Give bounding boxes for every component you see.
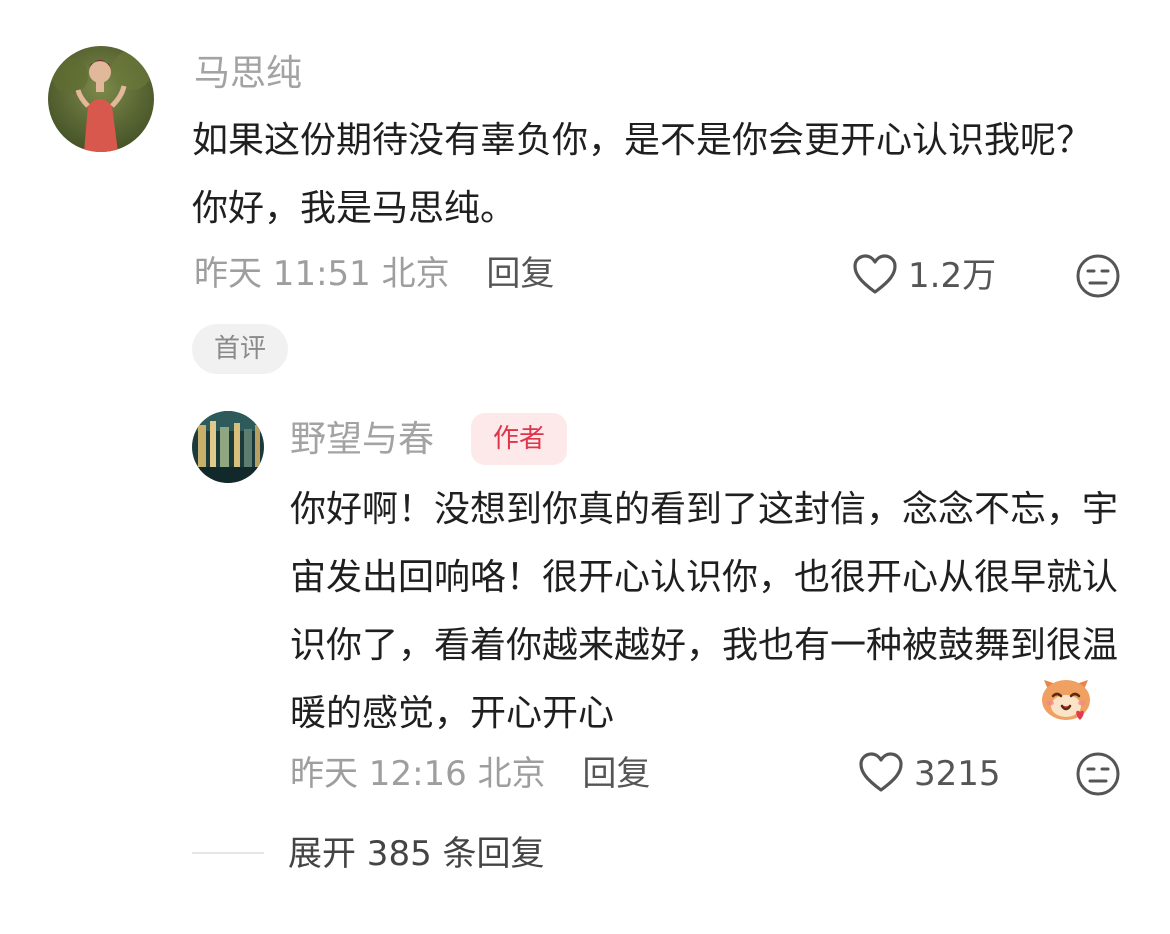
comment-username[interactable]: 野望与春 xyxy=(290,420,434,460)
comment-meta: 昨天 11:51 北京 回复 xyxy=(194,254,554,294)
cat-heart-sticker xyxy=(1036,670,1096,726)
comment-time: 昨天 12:16 北京 xyxy=(290,754,546,794)
like-button[interactable]: 3215 xyxy=(858,751,1001,797)
dislike-face-icon[interactable] xyxy=(1075,253,1121,299)
heart-outline-icon xyxy=(858,751,904,797)
reply-button[interactable]: 回复 xyxy=(486,254,554,294)
comment-text: 你好啊！没想到你真的看到了这封信，念念不忘，宇宙发出回响咯！很开心认识你，也很开… xyxy=(290,489,1119,734)
expand-replies-button[interactable]: 展开 385 条回复 xyxy=(288,834,545,874)
like-count: 3215 xyxy=(914,754,1001,794)
author-avatar[interactable] xyxy=(192,411,264,483)
expand-divider xyxy=(192,852,264,854)
first-comment-badge: 首评 xyxy=(192,324,288,374)
like-button[interactable]: 1.2万 xyxy=(852,253,996,299)
comment-meta: 昨天 12:16 北京 回复 xyxy=(290,754,650,794)
comment-time: 昨天 11:51 北京 xyxy=(194,254,450,294)
user-avatar[interactable] xyxy=(48,46,154,152)
dislike-face-icon[interactable] xyxy=(1075,751,1121,797)
heart-outline-icon xyxy=(852,253,898,299)
like-count: 1.2万 xyxy=(908,256,997,296)
comment-username[interactable]: 马思纯 xyxy=(194,54,302,94)
comment-text: 如果这份期待没有辜负你，是不是你会更开心认识我呢？ 你好，我是马思纯。 xyxy=(192,120,1093,229)
author-badge: 作者 xyxy=(471,413,567,465)
reply-button[interactable]: 回复 xyxy=(582,754,650,794)
